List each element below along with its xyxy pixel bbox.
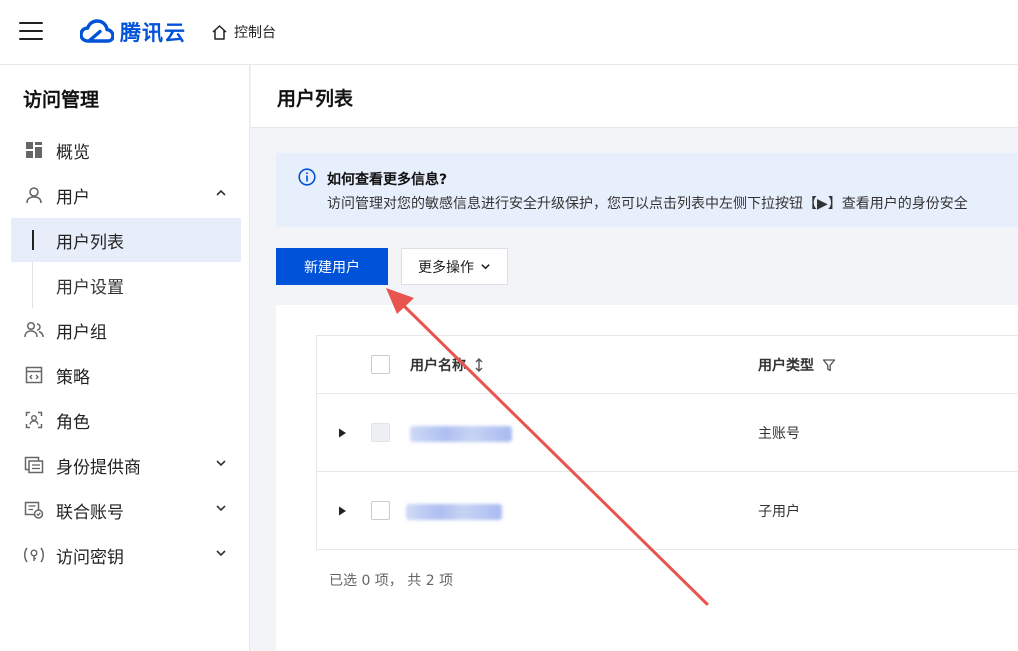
expand-row-icon[interactable]: [336, 427, 348, 439]
sidebar-item-label: 用户组: [56, 322, 107, 343]
policy-icon: [23, 364, 45, 386]
top-navigation-bar: 腾讯云 控制台: [0, 0, 1018, 65]
more-actions-label: 更多操作: [418, 259, 474, 276]
column-header-user-type[interactable]: 用户类型: [758, 355, 836, 375]
sidebar-item-identity-providers[interactable]: 身份提供商: [11, 443, 241, 487]
user-group-icon: [23, 319, 45, 341]
sidebar-item-label: 角色: [56, 412, 90, 433]
selection-summary: 已选 0 项， 共 2 项: [329, 573, 454, 589]
sidebar-item-label: 策略: [56, 367, 90, 388]
sidebar-item-policies[interactable]: 策略: [11, 353, 241, 397]
chevron-down-icon: [216, 550, 226, 557]
table-header: 用户名称 用户类型: [317, 336, 1018, 394]
sidebar-item-label: 用户: [56, 187, 90, 208]
table-row: 子用户: [317, 472, 1018, 550]
user-type-cell: 主账号: [758, 426, 800, 442]
console-link[interactable]: 控制台: [211, 22, 276, 42]
sidebar-item-access-keys[interactable]: 访问密钥: [11, 533, 241, 577]
chevron-down-icon: [481, 264, 490, 270]
user-table: 用户名称 用户类型 主账号 子用户: [316, 335, 1018, 550]
expand-row-icon[interactable]: [336, 505, 348, 517]
sidebar-item-label: 概览: [56, 142, 90, 163]
column-header-username[interactable]: 用户名称: [410, 355, 484, 375]
tencent-cloud-logo[interactable]: 腾讯云: [80, 17, 186, 47]
filter-icon[interactable]: [822, 358, 836, 372]
create-user-button[interactable]: 新建用户: [276, 248, 388, 285]
sidebar-item-label: 访问密钥: [56, 547, 124, 568]
page-title: 用户列表: [277, 88, 354, 110]
info-icon: [298, 168, 316, 186]
select-all-checkbox[interactable]: [371, 355, 390, 374]
table-row: 主账号: [317, 394, 1018, 472]
sidebar-title: 访问管理: [23, 89, 100, 111]
dashboard-icon: [23, 139, 45, 161]
sidebar-item-user-groups[interactable]: 用户组: [11, 308, 241, 352]
more-actions-dropdown[interactable]: 更多操作: [401, 248, 508, 285]
username-link[interactable]: [406, 504, 502, 520]
console-label: 控制台: [234, 25, 276, 41]
identity-provider-icon: [23, 454, 45, 476]
sidebar-item-label: 身份提供商: [56, 457, 141, 478]
chevron-down-icon: [216, 460, 226, 467]
username-link[interactable]: [410, 426, 512, 442]
notice-text: 访问管理对您的敏感信息进行安全升级保护，您可以点击列表中左侧下拉按钮【▶】查看用…: [327, 196, 968, 212]
sidebar-item-user-settings[interactable]: 用户设置: [11, 263, 241, 307]
federated-account-icon: [23, 499, 45, 521]
sidebar-item-overview[interactable]: 概览: [11, 128, 241, 172]
notice-title: 如何查看更多信息?: [327, 172, 448, 188]
page-header: 用户列表: [251, 65, 1018, 128]
cloud-logo-icon: [80, 19, 114, 43]
user-type-cell: 子用户: [758, 504, 800, 520]
menu-icon[interactable]: [19, 22, 43, 42]
info-notice: 如何查看更多信息? 访问管理对您的敏感信息进行安全升级保护，您可以点击列表中左侧…: [276, 153, 1018, 227]
access-key-icon: [23, 544, 45, 566]
row-checkbox: [371, 423, 390, 442]
sidebar-item-user-list[interactable]: 用户列表: [11, 218, 241, 262]
sidebar-item-federated-accounts[interactable]: 联合账号: [11, 488, 241, 532]
sidebar-item-label: 用户设置: [56, 277, 124, 298]
sort-icon[interactable]: [474, 357, 484, 373]
sidebar-item-label: 联合账号: [56, 502, 124, 523]
home-icon: [212, 25, 227, 40]
sidebar-item-roles[interactable]: 角色: [11, 398, 241, 442]
user-icon: [23, 184, 45, 206]
brand-name: 腾讯云: [120, 21, 186, 45]
role-icon: [23, 409, 45, 431]
chevron-up-icon: [216, 189, 226, 196]
chevron-down-icon: [216, 505, 226, 512]
sidebar-item-label: 用户列表: [56, 232, 124, 253]
sidebar-item-users[interactable]: 用户: [11, 173, 241, 217]
row-checkbox[interactable]: [371, 501, 390, 520]
